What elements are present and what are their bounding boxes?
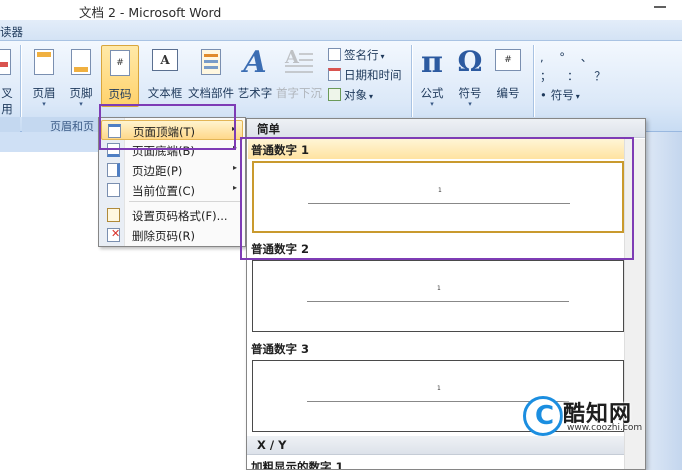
menu-divider — [129, 201, 241, 202]
format-icon — [107, 208, 120, 222]
delete-icon: ✕ — [107, 227, 120, 242]
footer-button[interactable]: 页脚 ▾ — [64, 45, 98, 108]
page-number-label: 页码 — [108, 87, 132, 101]
watermark: C 酷知网 www.coozhi.com — [513, 390, 663, 446]
gallery-item-plain-number-2[interactable]: 1 — [252, 260, 624, 332]
watermark-url: www.coozhi.com — [567, 423, 643, 433]
symbol-glyphs-row-2[interactable]: ； ： ？ — [540, 68, 612, 86]
number-label: 编号 — [496, 86, 520, 100]
tab-partial[interactable]: 读器 — [0, 24, 23, 40]
calendar-icon — [328, 68, 341, 81]
textbox-icon: A — [152, 49, 178, 71]
chevron-down-icon: ▾ — [42, 100, 46, 108]
gallery-category-simple: 简单 — [247, 119, 645, 138]
number-button[interactable]: # 编号 — [490, 45, 526, 107]
menu-item-page-margins[interactable]: 页边距(P) ▸ — [101, 160, 243, 180]
window-title: 文档 2 - Microsoft Word — [79, 5, 222, 20]
special-symbol-label: 符号 — [550, 88, 574, 102]
wordart-icon: A — [243, 45, 267, 80]
menu-item-remove-page-numbers[interactable]: ✕ 删除页码(R) — [101, 225, 243, 245]
dropcap-label: 首字下沉 — [276, 86, 322, 100]
footer-label: 页脚 — [69, 86, 93, 100]
symbol-glyphs-row-1[interactable]: , ° 、 — [540, 49, 598, 67]
header-icon — [34, 49, 54, 75]
symbol-label: 符号 — [458, 86, 482, 100]
partial-icon — [0, 49, 11, 75]
number-icon: # — [495, 49, 521, 71]
equation-button[interactable]: π 公式 ▾ — [414, 45, 450, 108]
quick-parts-button[interactable]: 文档部件 — [186, 45, 236, 107]
page-number-icon: # — [110, 50, 130, 76]
group-separator — [411, 45, 412, 117]
partial-label-top: 叉 — [1, 86, 13, 100]
watermark-logo-icon: C — [523, 396, 563, 436]
object-label: 对象 — [344, 88, 367, 102]
date-time-label: 日期和时间 — [344, 68, 402, 82]
chevron-down-icon: ▾ — [380, 52, 385, 61]
page-margin-icon — [107, 163, 120, 177]
preview-rule — [307, 301, 569, 302]
dropcap-icon: A — [285, 47, 313, 73]
submenu-arrow-icon: ▸ — [232, 163, 237, 172]
chevron-down-icon: ▾ — [79, 100, 83, 108]
wordart-label: 艺术字 — [237, 86, 273, 100]
signature-icon — [328, 48, 341, 61]
minimize-button[interactable] — [654, 6, 666, 8]
header-button[interactable]: 页眉 ▾ — [27, 45, 61, 108]
footer-icon — [71, 49, 91, 75]
chevron-down-icon: ▾ — [430, 100, 434, 108]
group-separator — [20, 45, 21, 117]
menu-item-label: 当前位置(C) — [132, 184, 196, 198]
chevron-down-icon: ▾ — [575, 92, 580, 101]
object-button[interactable]: 对象 ▾ — [328, 87, 373, 105]
menu-item-label: 设置页码格式(F)... — [132, 209, 228, 223]
dropcap-button[interactable]: A 首字下沉 — [274, 45, 324, 107]
gallery-item-label: 加粗显示的数字 1 — [248, 456, 644, 469]
highlight-box-page-number — [99, 104, 236, 150]
object-icon — [328, 88, 341, 101]
submenu-arrow-icon: ▸ — [232, 183, 237, 192]
chevron-down-icon: ▾ — [468, 100, 472, 108]
symbol-button[interactable]: Ω 符号 ▾ — [452, 45, 488, 108]
quick-parts-icon — [201, 49, 221, 75]
partial-button[interactable]: 叉 用 — [0, 45, 14, 116]
bullet-icon: • — [540, 88, 547, 102]
menu-item-current-position[interactable]: 当前位置(C) ▸ — [101, 180, 243, 200]
group-label-strip — [0, 117, 20, 132]
menu-item-label: 删除页码(R) — [132, 229, 195, 243]
page-number-button[interactable]: # 页码 — [101, 45, 139, 107]
ribbon-tab-strip: 读器 — [0, 20, 682, 41]
textbox-button[interactable]: A 文本框 — [146, 45, 184, 107]
menu-item-format-page-numbers[interactable]: 设置页码格式(F)... — [101, 205, 243, 225]
pi-icon: π — [421, 45, 443, 80]
equation-label: 公式 — [420, 86, 444, 100]
quick-parts-label: 文档部件 — [188, 86, 234, 100]
current-position-icon — [107, 183, 120, 197]
menu-item-label: 页边距(P) — [132, 164, 183, 178]
header-label: 页眉 — [32, 86, 56, 100]
title-bar: 文档 2 - Microsoft Word — [0, 0, 682, 20]
watermark-logo-letter: C — [535, 401, 555, 431]
textbox-label: 文本框 — [147, 86, 183, 100]
partial-label-bottom: 用 — [1, 102, 13, 116]
group-separator — [533, 45, 534, 117]
wordart-button[interactable]: A 艺术字 — [236, 45, 274, 107]
date-time-button[interactable]: 日期和时间 — [328, 67, 402, 85]
page-number-preview: 1 — [437, 385, 441, 392]
page-number-preview: 1 — [437, 285, 441, 292]
chevron-down-icon: ▾ — [369, 92, 374, 101]
special-symbol-button[interactable]: • 符号 ▾ — [540, 87, 580, 105]
gallery-item-label: 普通数字 3 — [248, 338, 644, 358]
signature-line-button[interactable]: 签名行 ▾ — [328, 47, 385, 65]
omega-icon: Ω — [457, 45, 483, 78]
highlight-box-plain-number-1 — [240, 137, 634, 260]
signature-line-label: 签名行 — [344, 48, 379, 62]
